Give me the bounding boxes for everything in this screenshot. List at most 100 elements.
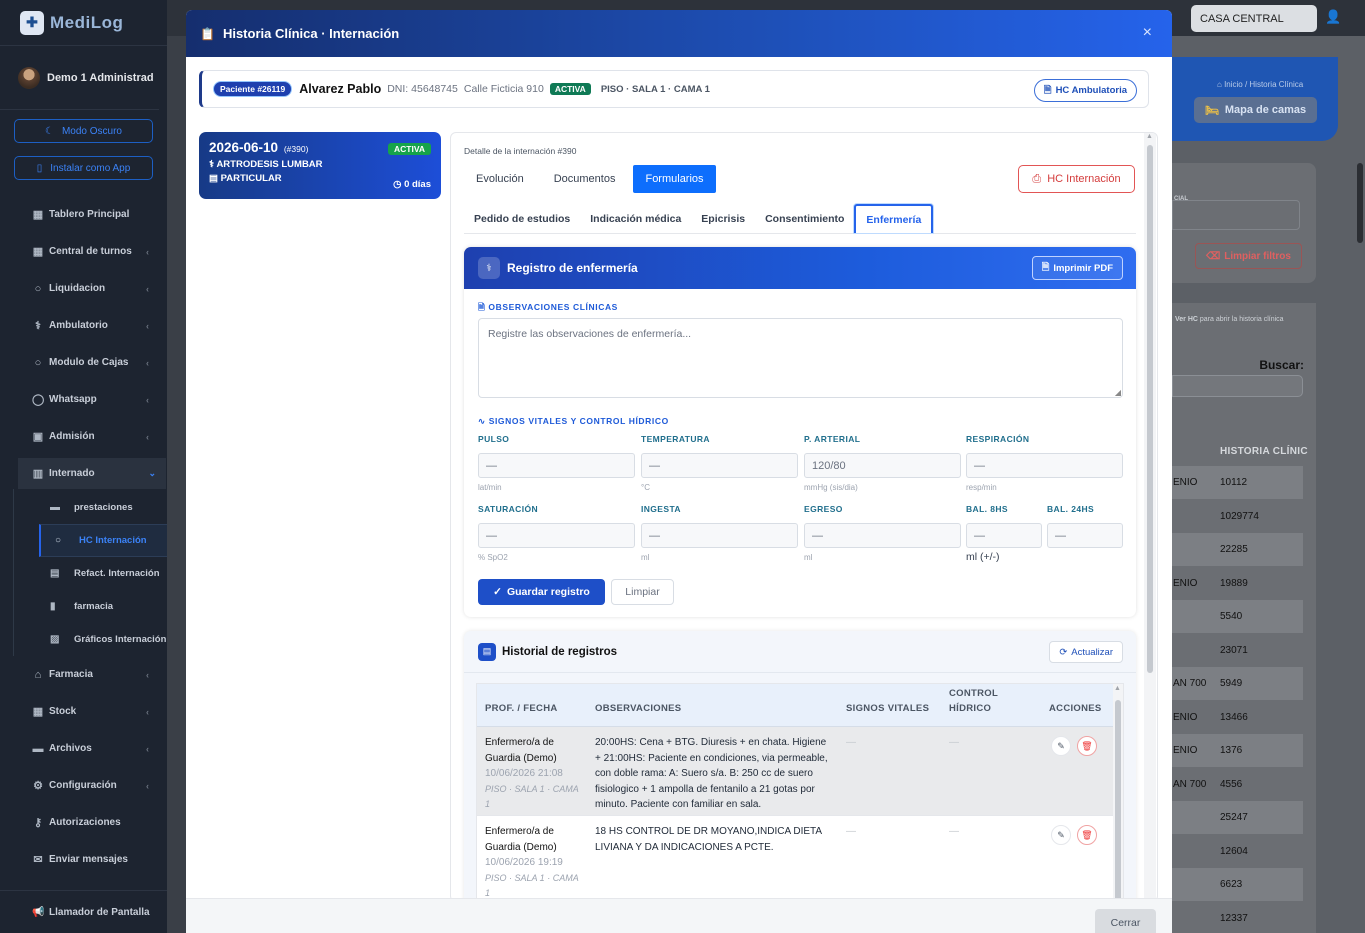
table-row[interactable]: Enfermero/a de Guardia (Demo) 10/06/2026 … (477, 816, 1123, 901)
table-row[interactable]: 6623 (1172, 868, 1303, 901)
sidebar-item-llamador[interactable]: 📢 Llamador de Pantalla (0, 890, 167, 933)
edit-icon[interactable]: ✎ (1051, 736, 1071, 756)
sidebar-item-label: Enviar mensajes (49, 854, 128, 865)
branch-select[interactable]: CASA CENTRAL (1191, 5, 1317, 32)
sidebar-item-admisi-n[interactable]: ▣ Admisión ‹ (0, 418, 167, 455)
sidebar-item-archivos[interactable]: ▬ Archivos ‹ (0, 730, 167, 767)
trash-icon[interactable]: 🗑 (1077, 825, 1097, 845)
clear-button[interactable]: Limpiar (611, 579, 674, 605)
saturaci-n-input[interactable]: — (478, 523, 635, 548)
bal-24hs-input[interactable]: — (1047, 523, 1123, 548)
sidebar-item-farmacia[interactable]: ⌂ Farmacia ‹ (0, 656, 167, 693)
sidebar-item-configuraci-n[interactable]: ⚙ Configuración ‹ (0, 767, 167, 804)
subtab-enfermeria[interactable]: Enfermería (854, 204, 934, 233)
egreso-input[interactable]: — (804, 523, 961, 548)
table-row[interactable]: 12337 (1172, 902, 1303, 933)
resize-handle-icon[interactable]: ◢ (1115, 388, 1121, 397)
status-badge: ACTIVA (549, 83, 591, 95)
page-scrollbar[interactable] (1357, 163, 1363, 243)
hydric-cell: — (949, 826, 959, 837)
circle-icon: ○ (34, 282, 42, 295)
respiraci-n-input[interactable]: — (966, 453, 1123, 478)
hint-bold: Ver HC (1175, 316, 1198, 323)
table-scroll-thumb[interactable] (1115, 700, 1121, 901)
table-row[interactable]: 25247 (1172, 801, 1303, 834)
user-panel[interactable]: Demo 1 Administrad (0, 46, 159, 110)
table-row[interactable]: ENIO 1376 (1172, 734, 1303, 767)
close-icon[interactable]: × (1143, 24, 1152, 42)
scroll-thumb[interactable] (1147, 145, 1153, 673)
row-name-cell: ENIO (1173, 711, 1198, 723)
submenu-item-gr-ficos-internaci-n[interactable]: ▨ Gráficos Internación (14, 623, 167, 656)
p-arterial-input[interactable]: 120/80 (804, 453, 961, 478)
table-row[interactable]: 23071 (1172, 634, 1303, 667)
ingesta-input[interactable]: — (641, 523, 798, 548)
sidebar-item-ambulatorio[interactable]: ⚕ Ambulatorio ‹ (0, 307, 167, 344)
balance-unit: ml (+/-) (966, 551, 1000, 563)
tab-documentos[interactable]: Documentos (542, 165, 628, 193)
table-row[interactable]: ENIO 19889 (1172, 567, 1303, 600)
breadcrumb-text: Inicio / Historia Clínica (1224, 80, 1304, 89)
table-row[interactable]: AN 700 4556 (1172, 768, 1303, 801)
user-settings-icon[interactable]: 👤 (1325, 9, 1341, 25)
sidebar-item-autorizaciones[interactable]: ⚷ Autorizaciones (0, 804, 167, 841)
sidebar-item-whatsapp[interactable]: ◯ Whatsapp ‹ (0, 381, 167, 418)
sidebar-item-label: Central de turnos (49, 246, 132, 257)
submenu-item-farmacia[interactable]: ▮ farmacia (14, 590, 167, 623)
subtab-consentimiento[interactable]: Consentimiento (755, 204, 854, 233)
table-row[interactable]: Enfermero/a de Guardia (Demo) 10/06/2026 … (477, 727, 1123, 816)
table-row[interactable]: 12604 (1172, 835, 1303, 868)
search-input[interactable] (1172, 375, 1303, 397)
table-row[interactable]: 5540 (1172, 600, 1303, 633)
table-row[interactable]: ENIO 13466 (1172, 701, 1303, 734)
close-button[interactable]: Cerrar (1095, 909, 1156, 933)
sidebar-item-tablero-principal[interactable]: ▦ Tablero Principal (0, 196, 167, 233)
brand[interactable]: ✚ MediLog (0, 0, 167, 46)
edit-icon[interactable]: ✎ (1051, 825, 1071, 845)
tab-formularios[interactable]: Formularios (633, 165, 716, 193)
sidebar-item-liquidacion[interactable]: ○ Liquidacion ‹ (0, 270, 167, 307)
sidebar-item-internado[interactable]: ▥ Internado ⌄ (18, 458, 166, 489)
install-app-button[interactable]: ▯ Instalar como App (14, 156, 153, 180)
bal-8hs-input[interactable]: — (966, 523, 1042, 548)
detail-scrollbar[interactable]: ▲ ▼ (1144, 133, 1156, 901)
refresh-button[interactable]: ⟳ Actualizar (1049, 641, 1123, 663)
table-scroll-up-icon[interactable]: ▲ (1114, 685, 1121, 692)
submenu-item-refact-internaci-n[interactable]: ▤ Refact. Internación (14, 557, 167, 590)
subtab-pedido-estudios[interactable]: Pedido de estudios (464, 204, 580, 233)
pulso-input[interactable]: — (478, 453, 635, 478)
sidebar-item-stock[interactable]: ▦ Stock ‹ (0, 693, 167, 730)
temperatura-input[interactable]: — (641, 453, 798, 478)
sidebar-item-label: Stock (49, 706, 77, 717)
bed-map-button[interactable]: 🛏 Mapa de camas (1194, 97, 1317, 123)
submenu-item-hc-internaci-n[interactable]: ○ HC Internación (39, 524, 167, 557)
subtab-epicrisis[interactable]: Epicrisis (691, 204, 755, 233)
save-record-button[interactable]: ✓ Guardar registro (478, 579, 605, 605)
internment-card[interactable]: 2026-06-10 (#390) ACTIVA ⚕ ARTRODESIS LU… (199, 132, 441, 199)
install-app-label: Instalar como App (50, 162, 131, 174)
print-pdf-button[interactable]: 🗎 Imprimir PDF (1031, 256, 1123, 280)
trash-icon[interactable]: 🗑 (1077, 736, 1097, 756)
submenu-item-prestaciones[interactable]: ▬ prestaciones (14, 491, 167, 524)
table-row[interactable]: 22285 (1172, 533, 1303, 566)
table-row[interactable]: 1029774 (1172, 500, 1303, 533)
phone-icon: ▯ (36, 162, 43, 174)
dark-mode-button[interactable]: ☾ Modo Oscuro (14, 119, 153, 143)
professional-name: Enfermero/a de Guardia (Demo) (485, 737, 557, 764)
tab-evolucion[interactable]: Evolución (464, 165, 536, 193)
patient-id-badge: Paciente #26119 (213, 81, 293, 97)
table-row[interactable]: AN 700 5949 (1172, 667, 1303, 700)
sidebar-item-central-de-turnos[interactable]: ▦ Central de turnos ‹ (0, 233, 167, 270)
filter-input[interactable] (1172, 200, 1300, 230)
hc-internacion-button[interactable]: ⎙ HC Internación (1018, 165, 1135, 193)
subtab-indicacion-medica[interactable]: Indicación médica (580, 204, 691, 233)
sidebar-item-modulo-de-cajas[interactable]: ○ Modulo de Cajas ‹ (0, 344, 167, 381)
table-row[interactable]: ENIO 10112 (1172, 466, 1303, 499)
clear-filters-button[interactable]: ⌫ Limpiar filtros (1195, 243, 1302, 269)
scroll-up-icon[interactable]: ▲ (1146, 133, 1153, 140)
sidebar-item-label: Modulo de Cajas (49, 357, 129, 368)
sidebar-item-enviar-mensajes[interactable]: ✉ Enviar mensajes (0, 841, 167, 878)
hc-ambulatoria-button[interactable]: 🗎 HC Ambulatoria (1033, 79, 1137, 102)
table-scrollbar[interactable]: ▲ (1113, 684, 1123, 901)
observations-textarea[interactable]: Registre las observaciones de enfermería… (478, 318, 1123, 398)
